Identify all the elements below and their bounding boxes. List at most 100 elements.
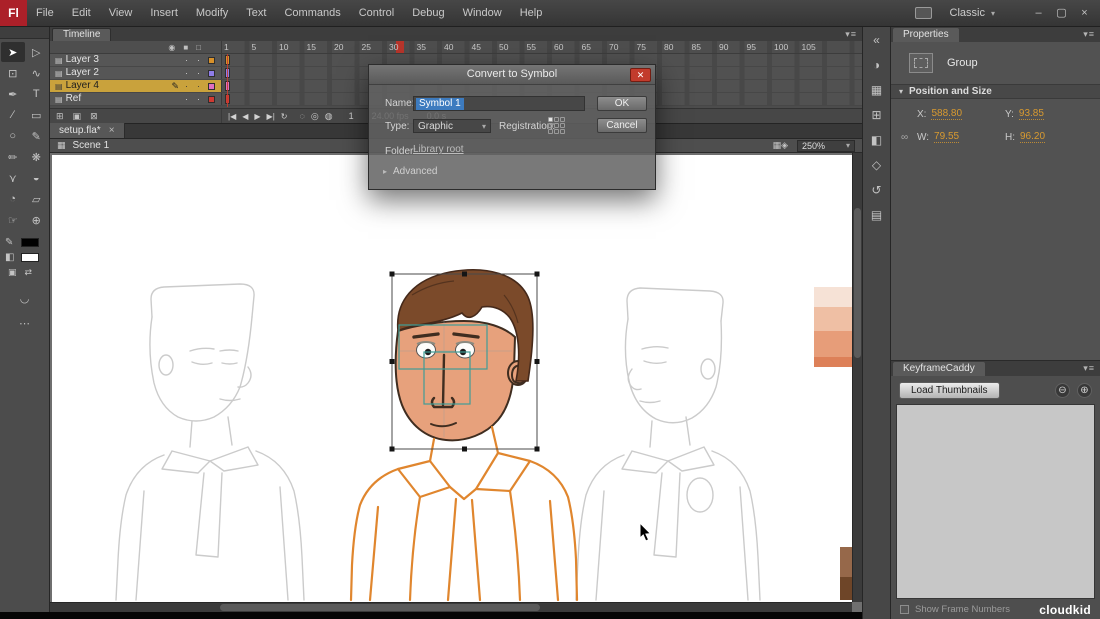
layer-outline-color[interactable] xyxy=(208,96,215,103)
load-thumbnails-button[interactable]: Load Thumbnails xyxy=(899,382,1000,399)
layer-lock-dot[interactable]: · xyxy=(194,67,203,79)
layer-outline-color[interactable] xyxy=(208,57,215,64)
lock-column-icon[interactable]: ■ xyxy=(183,43,188,52)
onion-outlines-icon[interactable]: ◎ xyxy=(311,111,319,122)
layer-visibility-dot[interactable]: · xyxy=(182,93,191,105)
registration-point[interactable] xyxy=(560,129,565,134)
keyframe-cell[interactable] xyxy=(225,55,230,65)
app-logo[interactable]: Fl xyxy=(0,0,27,26)
vertical-scroll-thumb[interactable] xyxy=(854,208,861,358)
sketch-character-right[interactable] xyxy=(576,288,760,600)
next-frame-button[interactable]: ▶| xyxy=(267,112,275,121)
stroke-color-swatch[interactable] xyxy=(21,238,39,247)
frame-number[interactable]: 90 xyxy=(719,41,747,53)
vertical-scrollbar[interactable] xyxy=(852,153,862,602)
delete-layer-button[interactable]: ⊠ xyxy=(90,111,98,122)
layer-visibility-dot[interactable]: · xyxy=(182,67,191,79)
scene-breadcrumb[interactable]: Scene 1 xyxy=(73,140,110,151)
frame-number[interactable]: 30 xyxy=(389,41,417,53)
oval-tool[interactable]: ○ xyxy=(1,126,25,146)
frame-number[interactable]: 60 xyxy=(554,41,582,53)
onion-skin-icon[interactable]: ◌ xyxy=(299,111,304,122)
new-layer-button[interactable]: ⊞ xyxy=(56,111,64,122)
menu-item[interactable]: Window xyxy=(454,0,511,26)
menu-item[interactable]: Help xyxy=(511,0,552,26)
symbol-type-select[interactable]: Graphic ▾ xyxy=(413,119,491,133)
snap-option-icon[interactable]: ◡ xyxy=(20,292,30,305)
keyframe-cell[interactable] xyxy=(225,94,230,104)
line-tool[interactable]: ∕ xyxy=(1,105,25,125)
frame-number[interactable]: 25 xyxy=(362,41,390,53)
registration-point[interactable] xyxy=(554,129,559,134)
frame-number[interactable]: 70 xyxy=(609,41,637,53)
menu-item[interactable]: Modify xyxy=(187,0,237,26)
show-frame-numbers-checkbox[interactable] xyxy=(900,605,909,614)
frame-number[interactable]: 10 xyxy=(279,41,307,53)
play-button[interactable]: ▶ xyxy=(254,112,260,121)
menu-item[interactable]: Debug xyxy=(403,0,453,26)
registration-point[interactable] xyxy=(548,123,553,128)
frame-number[interactable]: 95 xyxy=(747,41,775,53)
restore-button[interactable]: ▢ xyxy=(1050,0,1073,26)
swatches-panel-icon[interactable]: ▦ xyxy=(871,83,882,97)
deco-tool[interactable]: ❋ xyxy=(25,147,49,167)
history-panel-icon[interactable]: ↺ xyxy=(871,183,881,197)
library-panel-icon[interactable]: ▤ xyxy=(871,208,882,222)
menu-item[interactable]: Edit xyxy=(63,0,100,26)
ok-button[interactable]: OK xyxy=(597,96,647,111)
frame-number[interactable]: 75 xyxy=(637,41,665,53)
frame-number[interactable]: 5 xyxy=(252,41,280,53)
registration-point[interactable] xyxy=(554,117,559,122)
menu-item[interactable]: Control xyxy=(350,0,403,26)
advanced-toggle[interactable]: ▸ Advanced xyxy=(383,166,438,177)
horizontal-scroll-thumb[interactable] xyxy=(220,604,540,611)
outline-column-icon[interactable]: □ xyxy=(196,43,201,52)
registration-point[interactable] xyxy=(560,117,565,122)
new-folder-button[interactable]: ▣ xyxy=(73,111,82,122)
subselection-tool[interactable]: ▷ xyxy=(25,42,49,62)
frame-number[interactable]: 40 xyxy=(444,41,472,53)
panel-menu-icon[interactable]: ▾≡ xyxy=(845,29,857,40)
close-button[interactable]: × xyxy=(1073,0,1096,26)
frame-number[interactable]: 45 xyxy=(472,41,500,53)
pencil-tool[interactable]: ✎ xyxy=(25,126,49,146)
document-tab[interactable]: setup.fla* × xyxy=(50,123,125,138)
layer-outline-color[interactable] xyxy=(208,83,215,90)
menu-item[interactable]: Insert xyxy=(141,0,187,26)
hand-tool[interactable]: ☞ xyxy=(1,210,25,230)
zoom-in-icon[interactable]: ⊕ xyxy=(1077,383,1092,398)
tab-properties[interactable]: Properties xyxy=(893,28,959,42)
frame-number[interactable]: 65 xyxy=(582,41,610,53)
tools-panel-header[interactable] xyxy=(0,27,49,39)
stage-canvas[interactable] xyxy=(52,155,852,602)
menu-item[interactable]: Text xyxy=(237,0,275,26)
registration-point[interactable] xyxy=(560,123,565,128)
prev-frame-button[interactable]: ◀ xyxy=(242,112,248,121)
position-size-section-header[interactable]: ▾ Position and Size xyxy=(891,84,1100,99)
align-panel-icon[interactable]: ⊞ xyxy=(871,108,881,122)
frame-number[interactable]: 105 xyxy=(802,41,830,53)
menu-item[interactable]: Commands xyxy=(275,0,349,26)
menu-item[interactable]: File xyxy=(27,0,63,26)
default-colors-icon[interactable]: ▣ xyxy=(8,267,17,278)
frame-number[interactable]: 100 xyxy=(774,41,802,53)
free-transform-tool[interactable]: ⊡ xyxy=(1,63,25,83)
folder-link[interactable]: Library root xyxy=(413,144,464,155)
frame-ruler[interactable]: 1510152025303540455055606570758085909510… xyxy=(222,41,862,53)
layer-visibility-dot[interactable]: · xyxy=(182,80,191,92)
keyframe-cell[interactable] xyxy=(225,68,230,78)
edit-scene-icon[interactable]: ▦ xyxy=(773,140,782,150)
layer-lock-dot[interactable]: · xyxy=(194,80,203,92)
pen-tool[interactable]: ✒ xyxy=(1,84,25,104)
w-value[interactable]: 79.55 xyxy=(934,131,959,143)
layer-visibility-dot[interactable]: · xyxy=(182,54,191,66)
constrain-link-icon[interactable]: ∞ xyxy=(901,132,917,143)
fill-color-swatch[interactable] xyxy=(21,253,39,262)
zoom-level-select[interactable]: 250% ▾ xyxy=(797,140,855,152)
swap-colors-icon[interactable]: ⇄ xyxy=(25,267,33,278)
minimize-button[interactable]: – xyxy=(1027,0,1050,26)
panel-menu-icon[interactable]: ▾≡ xyxy=(1083,363,1095,374)
layer-lock-dot[interactable]: · xyxy=(194,93,203,105)
main-character[interactable] xyxy=(351,270,577,600)
zoom-tool[interactable]: ⊕ xyxy=(25,210,49,230)
